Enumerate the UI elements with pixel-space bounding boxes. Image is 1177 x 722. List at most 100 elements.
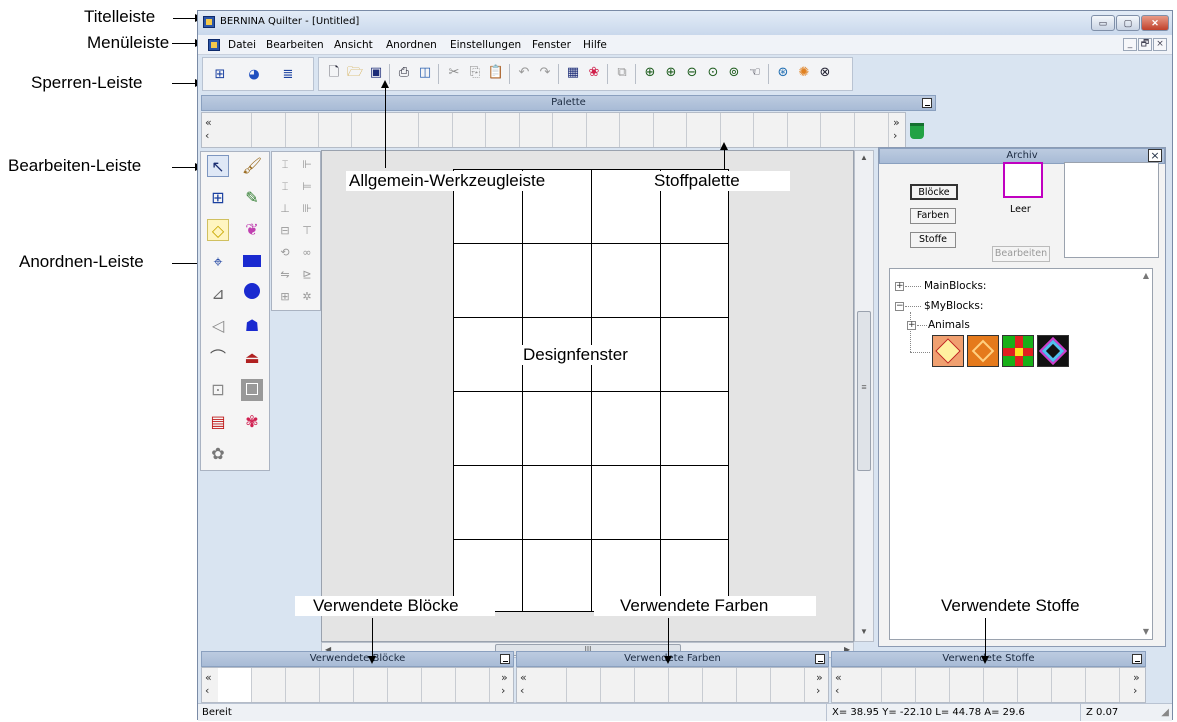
- align-middle-icon[interactable]: ⊨: [296, 176, 318, 198]
- pan-hand-icon[interactable]: ☜: [746, 64, 764, 82]
- used-color-cell[interactable]: [567, 668, 601, 702]
- zoom-in-icon[interactable]: ⊕: [662, 64, 680, 82]
- palette-cell[interactable]: [252, 113, 286, 147]
- knife-icon[interactable]: ⏏: [241, 347, 263, 369]
- palette-cell[interactable]: [218, 113, 252, 147]
- fabrics-button[interactable]: Stoffe: [910, 232, 956, 248]
- zoom-box-icon[interactable]: ⊕: [641, 64, 659, 82]
- used-colors-minimize-icon[interactable]: [815, 654, 825, 664]
- redo-icon[interactable]: ↷: [536, 64, 554, 82]
- select-arrow-icon[interactable]: ↖: [207, 155, 229, 177]
- color-block-icon[interactable]: ▤: [207, 411, 229, 433]
- used-fabrics-last-icon[interactable]: »: [1133, 672, 1140, 683]
- used-color-cell[interactable]: [669, 668, 703, 702]
- palette-cell[interactable]: [386, 113, 419, 147]
- menu-fenster[interactable]: Fenster: [532, 39, 571, 51]
- order-icon[interactable]: ⊤: [296, 220, 318, 242]
- tree-scroll-up-icon[interactable]: ▲: [1143, 271, 1149, 280]
- palette-cell[interactable]: [620, 113, 654, 147]
- resize-grip-icon[interactable]: ◢: [1161, 707, 1169, 718]
- used-color-cell[interactable]: [703, 668, 737, 702]
- palette-first-icon[interactable]: «: [205, 117, 212, 128]
- print-preview-icon[interactable]: ◫: [416, 64, 434, 82]
- blocks-button[interactable]: Blöcke: [910, 184, 958, 200]
- palette-cell[interactable]: [486, 113, 520, 147]
- size-icon[interactable]: ⊵: [296, 264, 318, 286]
- used-colors-next-icon[interactable]: ›: [816, 685, 820, 696]
- palette-cell[interactable]: [587, 113, 620, 147]
- palette-cell[interactable]: [687, 113, 721, 147]
- used-blocks-first-icon[interactable]: «: [205, 672, 212, 683]
- used-block-cell[interactable]: [422, 668, 456, 702]
- align-top-icon[interactable]: ⌶: [274, 154, 296, 176]
- palette-cell[interactable]: [654, 113, 687, 147]
- expand-icon[interactable]: +: [895, 282, 904, 291]
- used-fabric-cell[interactable]: [1086, 668, 1120, 702]
- wedge-icon[interactable]: ◁: [207, 315, 229, 337]
- mdi-minimize-button[interactable]: _: [1123, 38, 1137, 51]
- open-folder-icon[interactable]: 🗁: [346, 64, 364, 82]
- zoom-out-icon[interactable]: ⊖: [683, 64, 701, 82]
- used-block-cell[interactable]: [286, 668, 320, 702]
- used-fabric-cell[interactable]: [882, 668, 916, 702]
- used-blocks-minimize-icon[interactable]: [500, 654, 510, 664]
- block-thumbnail[interactable]: [1002, 335, 1034, 367]
- settings-gear-icon[interactable]: ✲: [296, 286, 318, 308]
- lock-object-icon[interactable]: ⊞: [274, 286, 296, 308]
- palette-minimize-icon[interactable]: [922, 98, 932, 108]
- menu-anordnen[interactable]: Anordnen: [386, 39, 437, 51]
- used-block-cell[interactable]: [388, 668, 422, 702]
- palette-cell[interactable]: [754, 113, 788, 147]
- grid-icon[interactable]: ▦: [564, 64, 582, 82]
- used-blocks-last-icon[interactable]: »: [501, 672, 508, 683]
- used-fabric-cell[interactable]: [848, 668, 882, 702]
- used-fabric-cell[interactable]: [984, 668, 1018, 702]
- copy-icon[interactable]: ⎘: [466, 64, 484, 82]
- used-block-cell[interactable]: [218, 668, 252, 702]
- menu-einstellungen[interactable]: Einstellungen: [450, 39, 521, 51]
- design-vertical-scrollbar[interactable]: ▲ ≡ ▼: [854, 150, 874, 642]
- mirror-icon[interactable]: ⊿: [207, 283, 229, 305]
- used-colors-prev-icon[interactable]: ‹: [520, 685, 524, 696]
- used-blocks-next-icon[interactable]: ›: [501, 685, 505, 696]
- lock-color-icon[interactable]: ◕: [245, 66, 263, 84]
- expand-icon[interactable]: +: [907, 321, 916, 330]
- tree-scroll-down-icon[interactable]: ▼: [1143, 627, 1149, 636]
- palette-cell[interactable]: [788, 113, 821, 147]
- palette-cell[interactable]: [319, 113, 352, 147]
- fill-tool-icon[interactable]: 🖌: [241, 155, 263, 177]
- block-thumbnail[interactable]: [932, 335, 964, 367]
- used-fabric-cell[interactable]: [1052, 668, 1086, 702]
- palette-cell[interactable]: [553, 113, 587, 147]
- palette-last-icon[interactable]: »: [893, 117, 900, 128]
- used-block-cell[interactable]: [456, 668, 490, 702]
- duplicate-icon[interactable]: ⧉: [613, 64, 631, 82]
- globe-icon[interactable]: ⊗: [816, 64, 834, 82]
- fabric-flower-icon[interactable]: ❀: [585, 64, 603, 82]
- undo-icon[interactable]: ↶: [515, 64, 533, 82]
- block-thumbnail[interactable]: [967, 335, 999, 367]
- used-fabrics-prev-icon[interactable]: ‹: [835, 685, 839, 696]
- used-color-cell[interactable]: [737, 668, 771, 702]
- rectangle-icon[interactable]: [241, 251, 263, 273]
- new-file-icon[interactable]: 🗋: [325, 64, 343, 82]
- align-left-icon[interactable]: ⊩: [296, 154, 318, 176]
- align-bottom-icon[interactable]: ⊪: [296, 198, 318, 220]
- lock-grid-icon[interactable]: ⊞: [211, 66, 229, 84]
- fabric-tool-icon[interactable]: ✾: [241, 411, 263, 433]
- rotate-icon[interactable]: ⟲: [274, 242, 296, 264]
- trash-bin-icon[interactable]: [910, 123, 924, 139]
- document-icon[interactable]: [208, 39, 220, 51]
- used-fabric-cell[interactable]: [916, 668, 950, 702]
- zoom-prev-icon[interactable]: ⊚: [725, 64, 743, 82]
- menu-datei[interactable]: Datei: [228, 39, 256, 51]
- palette-cell[interactable]: [419, 113, 453, 147]
- tree-node-animals[interactable]: Animals: [928, 319, 970, 331]
- close-button[interactable]: ✕: [1141, 15, 1169, 31]
- used-colors-last-icon[interactable]: »: [816, 672, 823, 683]
- lock-fabric-icon[interactable]: ≣: [279, 66, 297, 84]
- palette-prev-icon[interactable]: ‹: [205, 130, 209, 141]
- edit-button[interactable]: Bearbeiten: [992, 246, 1050, 262]
- zoom-all-icon[interactable]: ⊛: [774, 64, 792, 82]
- used-blocks-prev-icon[interactable]: ‹: [205, 685, 209, 696]
